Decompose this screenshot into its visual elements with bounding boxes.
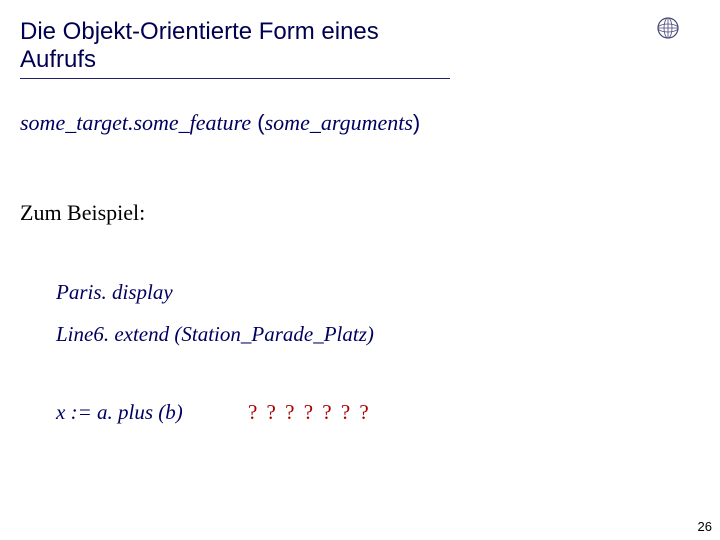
slide: Die Objekt-Orientierte Form eines Aufruf… [0,0,720,540]
syntax-target: some_target [20,110,128,135]
globe-icon [656,16,680,40]
syntax-close-paren: ) [413,110,420,135]
syntax-pattern: some_target.some_feature (some_arguments… [20,110,420,136]
example-label: Zum Beispiel: [20,200,145,226]
example-3-row: x := a. plus (b) ? ? ? ? ? ? ? [56,400,371,425]
example-2: Line6. extend (Station_Parade_Platz) [56,322,374,347]
syntax-args: some_arguments [265,110,413,135]
syntax-feature: some_feature [133,110,251,135]
example-1: Paris. display [56,280,173,305]
slide-title: Die Objekt-Orientierte Form eines Aufruf… [20,18,450,79]
example-3: x := a. plus (b) [56,400,183,424]
page-number: 26 [698,519,712,534]
syntax-open-paren: ( [251,110,264,135]
question-marks: ? ? ? ? ? ? ? [248,400,371,424]
